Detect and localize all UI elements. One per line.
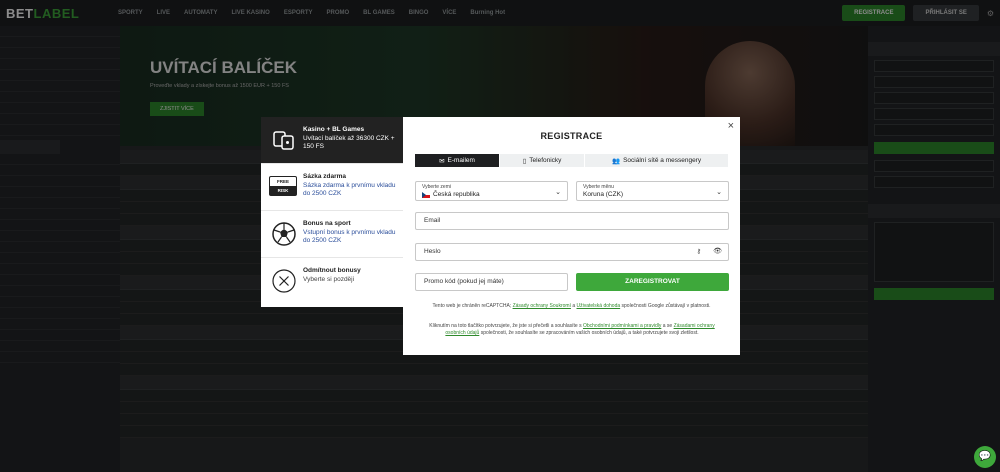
tab-label: Sociální sítě a messengery: [623, 157, 702, 164]
country-select-value: Česká republika: [433, 191, 480, 198]
modal-title: REGISTRACE: [540, 131, 603, 141]
registration-modal: × REGISTRACE ✉ E-mailem ▯ Telefonicky 👥 …: [403, 117, 740, 355]
tab-social[interactable]: 👥 Sociální sítě a messengery: [585, 154, 729, 167]
currency-select-label: Vyberte měnu: [583, 184, 614, 190]
bonus-option-title: Odmítnout bonusy: [303, 267, 361, 274]
captcha-text: společnosti Google zůstávají v platnosti…: [620, 303, 711, 309]
bonus-option-desc: Uvítací balíček až 36300 CZK + 150 FS: [303, 135, 395, 150]
terms-conditions-link[interactable]: Obchodními podmínkami a pravidly: [583, 323, 661, 329]
country-select[interactable]: Vyberte zemi Česká republika ⌄: [415, 181, 568, 201]
chat-bubble-icon[interactable]: 💬: [974, 446, 996, 468]
privacy-policy-link[interactable]: Zásady ochrany Soukromí: [513, 303, 571, 309]
tab-label: Telefonicky: [529, 157, 562, 164]
envelope-icon: ✉: [439, 157, 445, 165]
email-field[interactable]: Email: [415, 212, 729, 230]
bonus-option-desc: Sázka zdarma k prvnímu vkladu do 2500 CZ…: [303, 182, 396, 197]
casino-chips-icon: [273, 131, 294, 150]
free-badge-text: FREE: [276, 179, 289, 184]
bonus-selection-panel: Kasino + BL Games Uvítací balíček až 363…: [261, 117, 403, 307]
tab-label: E-mailem: [447, 157, 475, 164]
bonus-option-desc: Vstupní bonus k prvnímu vkladu do 2500 C…: [303, 229, 396, 244]
registration-method-tabs: ✉ E-mailem ▯ Telefonicky 👥 Sociální sítě…: [415, 154, 729, 167]
country-select-label: Vyberte zemi: [422, 184, 451, 190]
promo-placeholder: Promo kód (pokud jej máte): [424, 278, 504, 285]
key-icon[interactable]: ⚷: [697, 244, 701, 260]
bonus-option-free-bet[interactable]: FREE RISK Sázka zdarma Sázka zdarma k pr…: [261, 164, 403, 211]
eye-icon[interactable]: 👁: [713, 244, 722, 260]
promo-code-field[interactable]: Promo kód (pokud jej máte): [415, 273, 568, 291]
currency-select-value: Koruna (CZK): [583, 191, 624, 198]
czech-flag-icon: [422, 191, 430, 198]
email-placeholder: Email: [424, 217, 441, 224]
captcha-text: Tento web je chráněn reCAPTCHA;: [432, 303, 513, 309]
terms-text: společnosti, že souhlasíte se zpracování…: [479, 330, 699, 336]
chevron-down-icon: ⌄: [716, 189, 722, 196]
password-field[interactable]: Heslo ⚷ 👁: [415, 243, 729, 261]
tab-phone[interactable]: ▯ Telefonicky: [500, 154, 586, 167]
bonus-option-sport[interactable]: Bonus na sport Vstupní bonus k prvnímu v…: [261, 211, 403, 258]
phone-icon: ▯: [522, 157, 527, 165]
user-agreement-link[interactable]: Uživatelská dohoda: [577, 303, 621, 309]
bonus-option-casino[interactable]: Kasino + BL Games Uvítací balíček až 363…: [261, 117, 403, 164]
terms-text: a se: [661, 323, 674, 329]
terms-notice: Kliknutím na toto tlačítko potvrzujete, …: [421, 323, 723, 337]
decline-x-icon: [272, 269, 296, 293]
bonus-option-decline[interactable]: Odmítnout bonusy Vyberte si později: [261, 258, 403, 305]
free-bet-icon: FREE RISK: [269, 176, 297, 196]
bonus-option-title: Sázka zdarma: [303, 173, 346, 180]
bonus-option-desc: Vyberte si později: [303, 276, 355, 283]
bonus-option-title: Kasino + BL Games: [303, 126, 365, 133]
bonus-option-title: Bonus na sport: [303, 220, 351, 227]
terms-text: Kliknutím na toto tlačítko potvrzujete, …: [429, 323, 583, 329]
register-submit-button[interactable]: ZAREGISTROVAT: [576, 273, 729, 291]
chevron-down-icon: ⌄: [555, 189, 561, 196]
risk-badge-text: RISK: [270, 186, 296, 195]
password-placeholder: Heslo: [424, 248, 441, 255]
people-icon: 👥: [611, 157, 621, 165]
tab-email[interactable]: ✉ E-mailem: [415, 154, 501, 167]
recaptcha-notice: Tento web je chráněn reCAPTCHA; Zásady o…: [403, 303, 740, 309]
currency-select[interactable]: Vyberte měnu Koruna (CZK) ⌄: [576, 181, 729, 201]
soccer-ball-icon: [272, 222, 296, 246]
